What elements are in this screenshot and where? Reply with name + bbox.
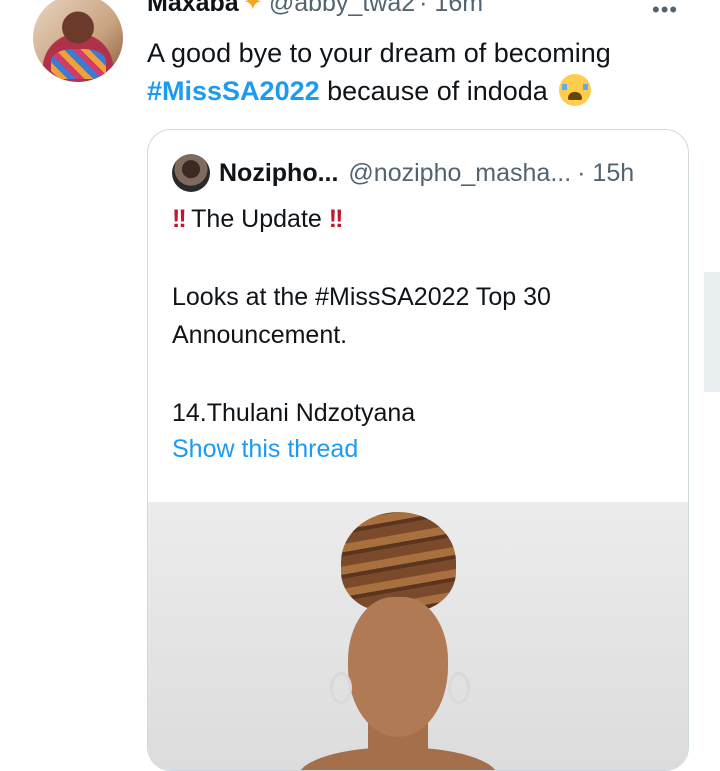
tweet-text-line1: A good bye to your dream of becoming	[147, 38, 611, 68]
hashtag-link[interactable]: #MissSA2022	[147, 76, 320, 106]
loudly-crying-face-icon	[559, 74, 592, 106]
tweet-time[interactable]: · 16m	[419, 0, 483, 18]
quoted-tweet-header: Nozipho... @nozipho_masha... · 15h	[172, 154, 634, 192]
author-avatar[interactable]	[33, 0, 123, 82]
quoted-line-4: 14.Thulani Ndzotyana	[172, 399, 416, 427]
tweet-text: A good bye to your dream of becoming #Mi…	[147, 34, 707, 110]
quoted-tweet-photo[interactable]	[148, 502, 688, 770]
scrollbar[interactable]	[704, 272, 720, 392]
sparkles-icon: ✦	[242, 0, 263, 16]
tweet-header: Maxaba ✦ @abby_twa2 · 16m	[147, 0, 483, 18]
author-handle[interactable]: @abby_twa2	[269, 0, 415, 18]
earring-right	[448, 672, 470, 704]
more-options-icon[interactable]: •••	[652, 0, 678, 21]
earring-left	[330, 672, 352, 704]
quoted-title-line: !! The Update !!	[172, 200, 672, 238]
quoted-author-handle: @nozipho_masha...	[348, 158, 572, 187]
quoted-title: The Update	[184, 205, 329, 233]
quoted-tweet-text: !! The Update !! Looks at the #MissSA202…	[172, 200, 672, 432]
avatar-clothing	[51, 49, 106, 79]
double-exclamation-icon: !!	[328, 205, 344, 233]
quoted-tweet-time: · 15h	[577, 158, 635, 187]
show-thread-link[interactable]: Show this thread	[172, 435, 358, 464]
quoted-author-name: Nozipho...	[219, 158, 339, 187]
tweet-text-line2: because of indoda	[319, 76, 548, 106]
double-exclamation-icon: !!	[172, 205, 187, 233]
quoted-author-avatar	[172, 154, 210, 192]
quoted-tweet-card[interactable]: Nozipho... @nozipho_masha... · 15h !! Th…	[147, 129, 689, 771]
quoted-line-3: Announcement.	[172, 321, 348, 349]
quoted-line-2: Looks at the #MissSA2022 Top 30	[172, 283, 551, 311]
photo-face	[348, 597, 448, 737]
author-name[interactable]: Maxaba	[147, 0, 239, 18]
